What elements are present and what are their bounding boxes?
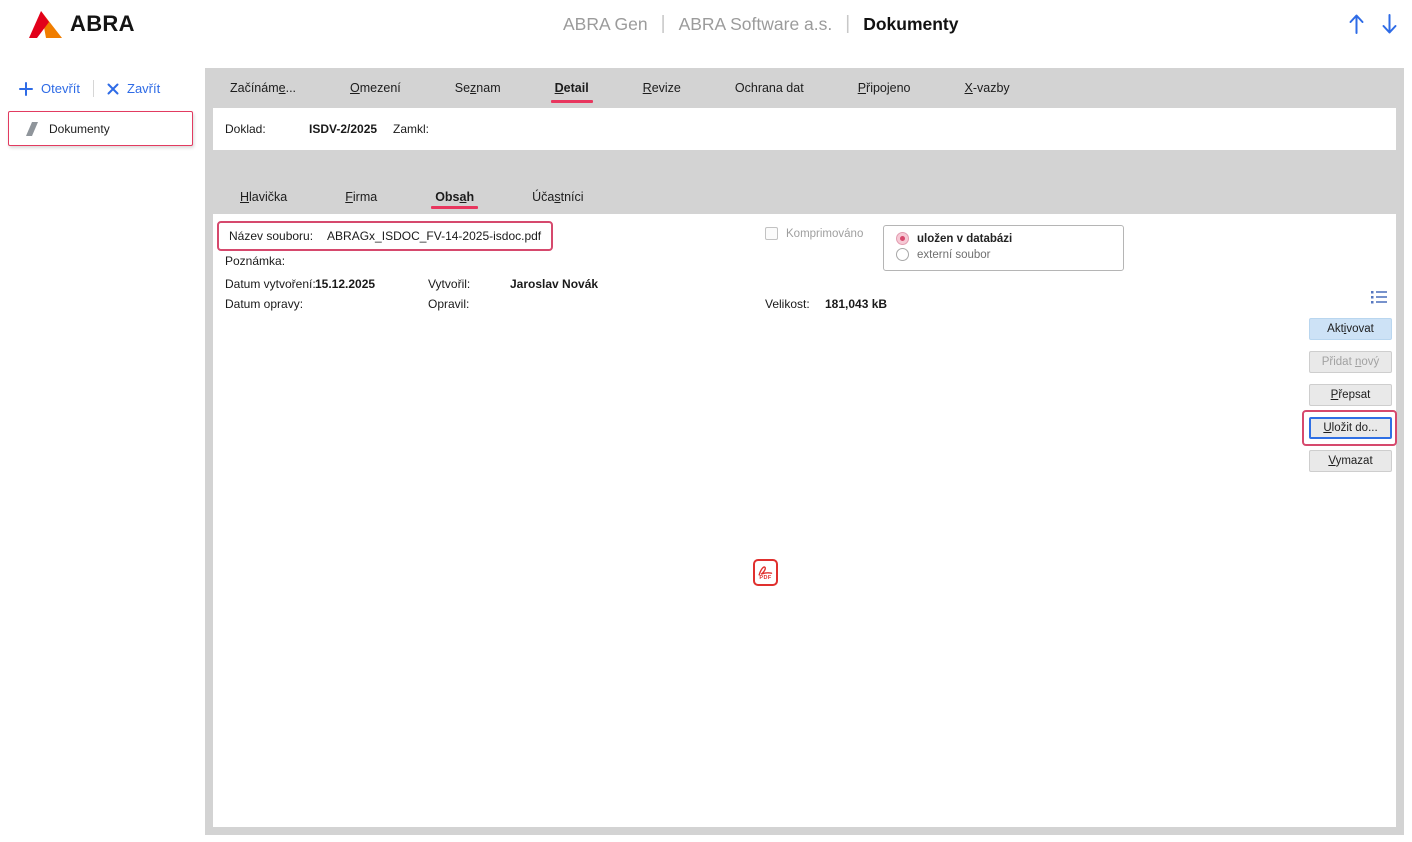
radio-external-file[interactable]: externí soubor <box>896 248 1123 261</box>
ulozit-do-button[interactable]: Uložit do... <box>1309 417 1392 439</box>
abra-gen-window: ABRA ABRA Gen | ABRA Software a.s. | Dok… <box>0 0 1412 842</box>
note-label: Poznámka: <box>225 254 285 268</box>
sidebar-toolbar: Otevřít Zavřít <box>19 80 160 97</box>
aktivovat-button[interactable]: Aktivovat <box>1309 318 1392 340</box>
app-header: ABRA ABRA Gen | ABRA Software a.s. | Dok… <box>0 0 1412 48</box>
pdf-file-icon[interactable]: PDF <box>753 559 778 586</box>
doklad-label: Doklad: <box>225 122 309 136</box>
modified-date-label: Datum opravy: <box>225 297 303 311</box>
storage-group: uložen v databázi externí soubor <box>883 225 1124 271</box>
sub-tab-strip: Hlavička Firma Obsah Účastníci <box>205 180 1404 214</box>
tab-hlavicka[interactable]: Hlavička <box>238 180 289 214</box>
compressed-label: Komprimováno <box>786 228 863 240</box>
tab-firma[interactable]: Firma <box>343 180 379 214</box>
abra-logo-icon <box>27 9 63 39</box>
file-name-label: Název souboru: <box>229 229 313 243</box>
title-separator: | <box>661 13 666 35</box>
abra-logo: ABRA <box>27 9 135 39</box>
doklad-value: ISDV-2/2025 <box>309 122 391 136</box>
vymazat-button[interactable]: Vymazat <box>1309 450 1392 472</box>
open-button-label: Otevřít <box>41 81 80 96</box>
main-tab-strip: Začínáme... Omezení Seznam Detail Revize… <box>205 68 1404 108</box>
tab-x-vazby[interactable]: X-vazby <box>963 68 1012 108</box>
modified-by-label: Opravil: <box>428 297 469 311</box>
window-title: Dokumenty <box>863 14 958 35</box>
obsah-content: Název souboru: ABRAGx_ISDOC_FV-14-2025-i… <box>213 214 1396 827</box>
tab-ucastnici[interactable]: Účastníci <box>530 180 585 214</box>
zamkl-label: Zamkl: <box>393 122 429 136</box>
app-name: ABRA Gen <box>563 14 648 35</box>
radio-off-icon[interactable] <box>896 248 909 261</box>
toolbar-divider <box>93 80 94 97</box>
tab-ochrana-dat[interactable]: Ochrana dat <box>733 68 806 108</box>
close-button[interactable]: Zavřít <box>107 81 160 96</box>
list-menu-icon[interactable] <box>1371 290 1388 310</box>
record-nav-arrows <box>1348 0 1398 48</box>
sidebar-item-label: Dokumenty <box>49 122 110 136</box>
created-by-label: Vytvořil: <box>428 277 470 291</box>
compressed-checkbox-row: Komprimováno <box>765 227 863 240</box>
company-name: ABRA Software a.s. <box>679 14 833 35</box>
size-value: 181,043 kB <box>825 297 887 311</box>
annotation-file-name: Název souboru: ABRAGx_ISDOC_FV-14-2025-i… <box>217 221 553 251</box>
sidebar-item-dokumenty[interactable]: Dokumenty <box>8 111 193 146</box>
compressed-checkbox[interactable] <box>765 227 778 240</box>
tab-pripojeno[interactable]: Připojeno <box>856 68 913 108</box>
tab-zaciname[interactable]: Začínáme... <box>228 68 298 108</box>
header-titles: ABRA Gen | ABRA Software a.s. | Dokument… <box>563 0 959 48</box>
radio-external-label: externí soubor <box>917 249 991 261</box>
pridat-novy-button[interactable]: Přidat nový <box>1309 351 1392 373</box>
arrow-up-icon[interactable] <box>1348 12 1365 36</box>
close-icon <box>107 83 119 95</box>
close-button-label: Zavřít <box>127 81 160 96</box>
radio-stored-in-database[interactable]: uložen v databázi <box>896 232 1123 245</box>
created-by-value: Jaroslav Novák <box>510 277 598 291</box>
created-date-label: Datum vytvoření: <box>225 277 316 291</box>
prepsat-button[interactable]: Přepsat <box>1309 384 1392 406</box>
arrow-down-icon[interactable] <box>1381 12 1398 36</box>
record-bar: Doklad: ISDV-2/2025 Zamkl: <box>213 108 1396 150</box>
main-panel: Začínáme... Omezení Seznam Detail Revize… <box>205 68 1404 835</box>
tab-detail[interactable]: Detail <box>553 68 591 108</box>
pdf-icon-label: PDF <box>759 575 771 581</box>
radio-stored-label: uložen v databázi <box>917 233 1012 245</box>
document-module-icon <box>22 122 38 136</box>
radio-on-icon[interactable] <box>896 232 909 245</box>
tab-seznam[interactable]: Seznam <box>453 68 503 108</box>
file-name-value: ABRAGx_ISDOC_FV-14-2025-isdoc.pdf <box>327 229 541 243</box>
open-button[interactable]: Otevřít <box>19 81 80 96</box>
size-label: Velikost: <box>765 297 810 311</box>
logo-text: ABRA <box>70 11 135 37</box>
title-separator: | <box>845 13 850 35</box>
tab-omezeni[interactable]: Omezení <box>348 68 403 108</box>
plus-icon <box>19 82 33 96</box>
tab-obsah[interactable]: Obsah <box>433 180 476 214</box>
created-date-value: 15.12.2025 <box>315 277 375 291</box>
tab-revize[interactable]: Revize <box>641 68 683 108</box>
